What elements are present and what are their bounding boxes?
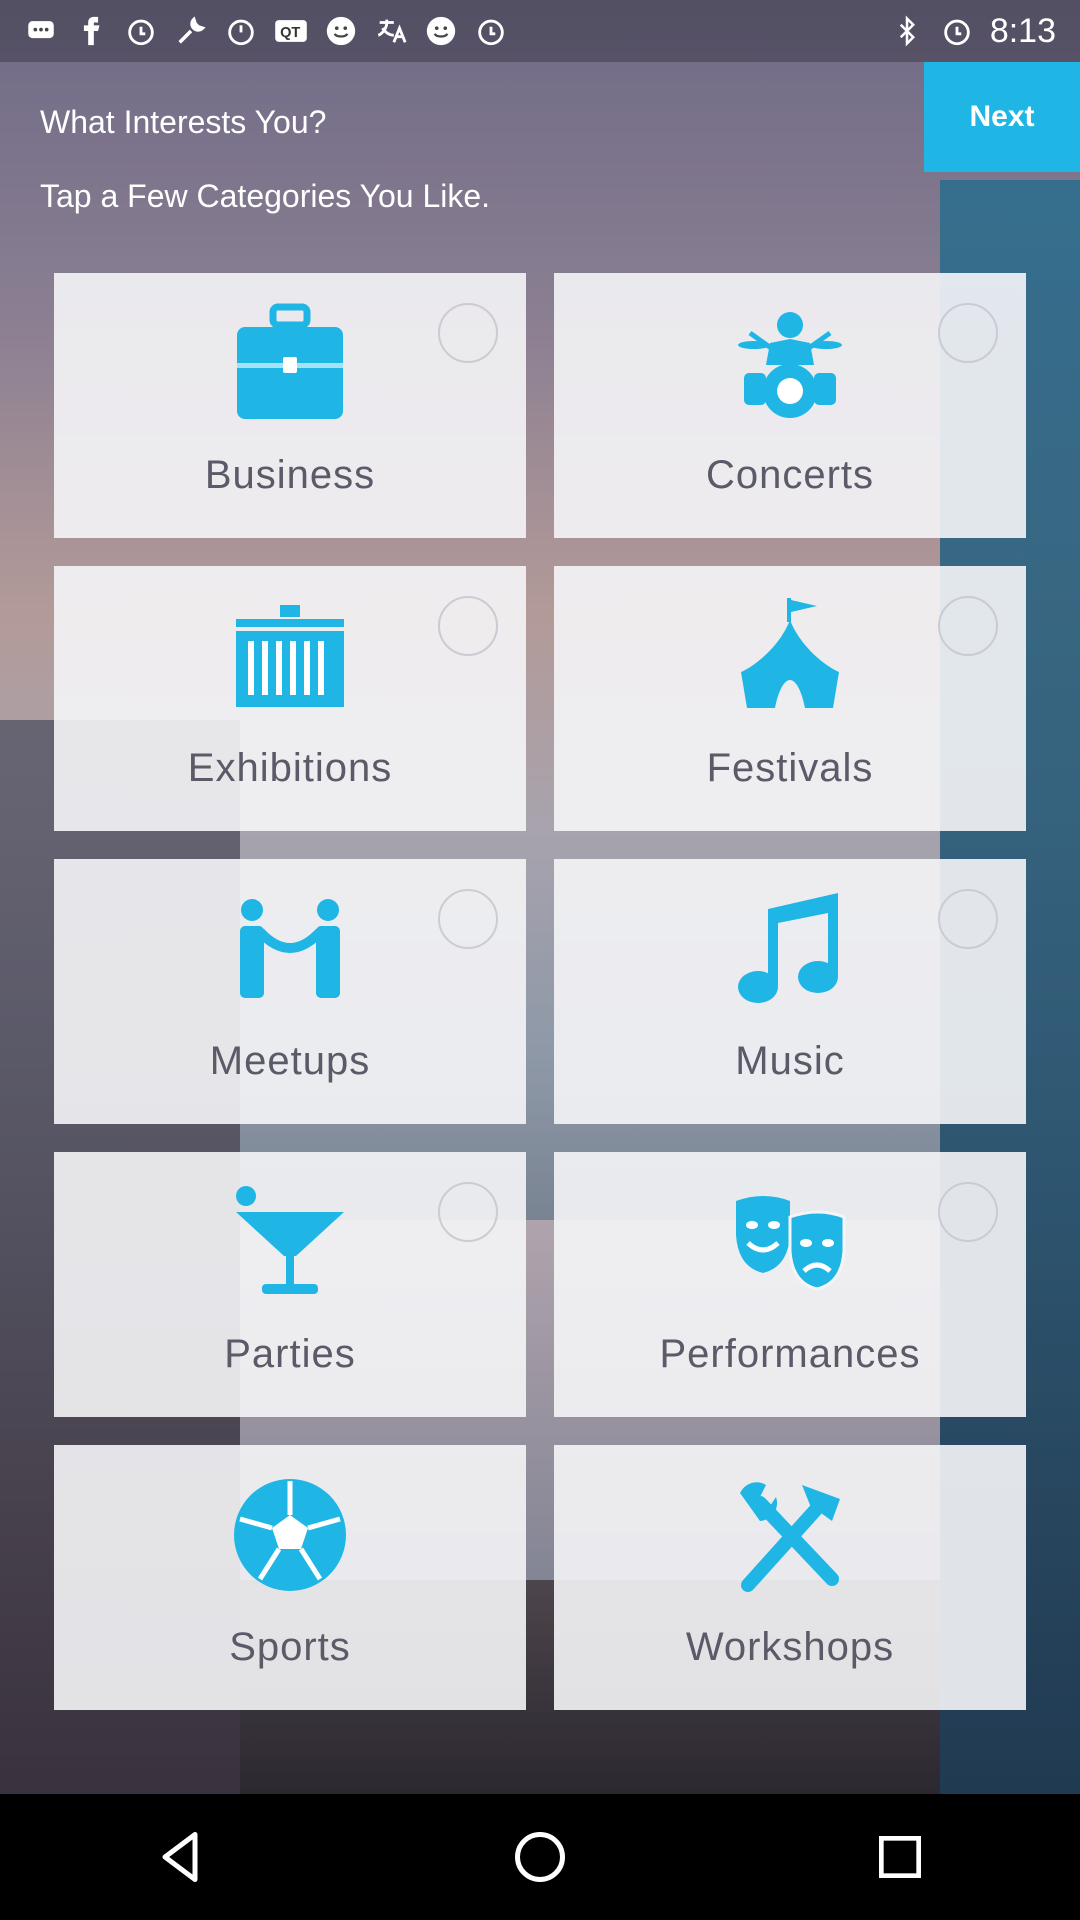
category-tile-sports[interactable]: Sports	[54, 1445, 526, 1710]
category-tile-concerts[interactable]: Concerts	[554, 273, 1026, 538]
category-label: Workshops	[685, 1625, 895, 1669]
category-tile-performances[interactable]: Performances	[554, 1152, 1026, 1417]
category-tile-festivals[interactable]: Festivals	[554, 566, 1026, 831]
tool-icon	[174, 14, 208, 48]
recents-button[interactable]	[840, 1797, 960, 1917]
category-grid: Business Concerts Exhibitions Festivals …	[54, 273, 1026, 1710]
select-checkbox[interactable]	[438, 596, 498, 656]
qt-icon: QT	[274, 14, 308, 48]
category-tile-business[interactable]: Business	[54, 273, 526, 538]
notification-icons: QT	[24, 14, 508, 48]
back-button[interactable]	[120, 1797, 240, 1917]
music-note-icon	[730, 889, 850, 1009]
tools-icon	[730, 1475, 850, 1595]
emoji-icon	[424, 14, 458, 48]
status-bar: QT 8:13	[0, 0, 1080, 62]
category-label: Parties	[224, 1332, 356, 1376]
exhibition-icon	[230, 596, 350, 716]
select-checkbox[interactable]	[938, 596, 998, 656]
alarm-icon	[124, 14, 158, 48]
category-label: Sports	[229, 1625, 351, 1669]
svg-text:QT: QT	[280, 25, 300, 41]
category-label: Performances	[659, 1332, 921, 1376]
drummer-icon	[730, 303, 850, 423]
page-subtitle: Tap a Few Categories You Like.	[40, 178, 491, 214]
meetup-icon	[230, 889, 350, 1009]
category-tile-meetups[interactable]: Meetups	[54, 859, 526, 1124]
alarm-icon	[474, 14, 508, 48]
home-button[interactable]	[480, 1797, 600, 1917]
category-tile-parties[interactable]: Parties	[54, 1152, 526, 1417]
messages-icon	[24, 14, 58, 48]
select-checkbox[interactable]	[938, 1182, 998, 1242]
select-checkbox[interactable]	[938, 889, 998, 949]
category-tile-music[interactable]: Music	[554, 859, 1026, 1124]
select-checkbox[interactable]	[438, 303, 498, 363]
select-checkbox[interactable]	[938, 303, 998, 363]
back-icon	[162, 1832, 198, 1882]
cocktail-icon	[230, 1182, 350, 1302]
recents-icon	[879, 1836, 921, 1878]
category-tile-exhibitions[interactable]: Exhibitions	[54, 566, 526, 831]
timer-icon	[224, 14, 258, 48]
category-label: Exhibitions	[187, 746, 393, 790]
tent-icon	[730, 596, 850, 716]
category-label: Music	[735, 1039, 845, 1083]
theater-masks-icon	[730, 1182, 850, 1302]
category-label: Festivals	[706, 746, 874, 790]
select-checkbox[interactable]	[438, 889, 498, 949]
category-label: Meetups	[209, 1039, 371, 1083]
select-checkbox[interactable]	[438, 1182, 498, 1242]
category-label: Business	[204, 453, 376, 497]
bluetooth-icon	[890, 14, 924, 48]
system-icons: 8:13	[890, 12, 1056, 51]
facebook-icon	[74, 14, 108, 48]
next-button[interactable]: Next	[924, 62, 1080, 172]
status-time: 8:13	[989, 11, 1056, 50]
category-label: Concerts	[705, 453, 875, 497]
alarm-icon	[940, 14, 974, 48]
home-icon	[515, 1832, 565, 1882]
navigation-bar	[0, 1794, 1080, 1920]
briefcase-icon	[230, 303, 350, 423]
category-tile-workshops[interactable]: Workshops	[554, 1445, 1026, 1710]
translate-icon	[374, 14, 408, 48]
page-title: What Interests You?	[40, 104, 327, 140]
emoji-icon	[324, 14, 358, 48]
soccer-ball-icon	[230, 1475, 350, 1595]
